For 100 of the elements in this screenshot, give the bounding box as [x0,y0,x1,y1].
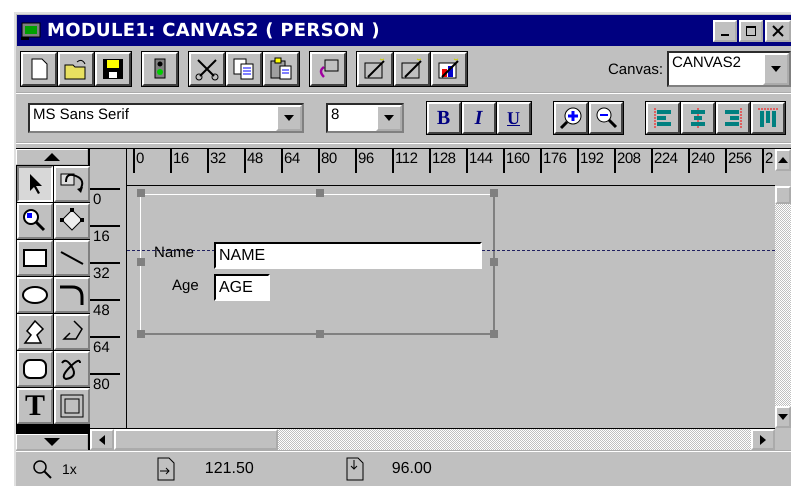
right-arrow-icon [760,434,766,444]
run-button[interactable] [142,52,178,86]
zoom-in-icon [558,105,584,131]
maximize-button[interactable] [739,20,763,42]
rectangle-tool[interactable] [17,240,53,276]
canvas-dropdown[interactable]: CANVAS2 [667,51,791,87]
close-button[interactable] [765,20,791,42]
scrollbar-thumb[interactable] [114,429,278,450]
zoom-in-button[interactable] [554,102,588,134]
scroll-down-button[interactable] [775,406,791,428]
up-arrow-icon [778,157,788,163]
scissors-icon [194,57,220,81]
new-file-button[interactable] [20,52,56,86]
selection-handle[interactable] [316,189,324,197]
ruler-label: 16 [170,149,207,173]
ruler-label: 0 [133,149,170,173]
wand-button[interactable] [356,52,392,86]
ruler-label: 32 [90,262,120,299]
scroll-left-button[interactable] [90,429,114,450]
selection-handle[interactable] [137,258,145,266]
wand-button[interactable] [430,52,466,86]
selection-handle[interactable] [490,189,498,197]
close-icon [772,24,784,36]
page-down-arrow-icon [346,457,364,481]
arc-tool[interactable] [54,277,90,313]
distribute-icon [756,106,780,130]
align-left-button[interactable] [646,102,680,134]
rounded-tool[interactable] [17,351,53,387]
selection-handle[interactable] [137,189,145,197]
selection-handle[interactable] [490,258,498,266]
reshape-tool[interactable] [54,203,90,239]
wand-button[interactable] [394,52,430,86]
selection-handle[interactable] [137,330,145,338]
ruler-label: 48 [244,149,281,173]
field-label: Name [154,244,194,261]
minimize-icon [721,34,729,36]
canvas-label: Canvas: [608,60,663,78]
scrollbar-thumb[interactable] [775,186,791,204]
copy-icon [230,57,256,81]
size-dropdown[interactable]: 8 [326,103,404,133]
distribute-button[interactable] [750,102,784,134]
frame-tool[interactable] [54,388,90,424]
freehand-tool[interactable] [54,351,90,387]
line-tool[interactable] [54,240,90,276]
ruler-label: 192 [577,149,614,173]
ruler-label: 64 [281,149,318,173]
bold-button[interactable]: B [426,102,460,134]
ruler-label: 240 [688,149,725,173]
zoom-level: 1x [62,461,77,477]
save-button[interactable] [94,52,130,86]
up-arrow-icon [44,153,60,161]
magnifier-icon [32,459,52,479]
italic-button[interactable]: I [462,102,496,134]
frame-icon [58,392,86,420]
ruler-label: 48 [90,299,120,336]
ellipse-tool[interactable] [17,277,53,313]
ruler-label: 112 [392,149,429,173]
polygon-tool[interactable] [17,314,53,350]
scroll-up-button[interactable] [16,149,88,165]
selection-handle[interactable] [316,330,324,338]
polyline-tool[interactable] [54,314,90,350]
scroll-right-button[interactable] [751,429,775,450]
window-title: MODULE1: CANVAS2 ( PERSON ) [47,20,380,41]
field-label: Age [172,277,199,294]
x-position: 121.50 [204,460,254,478]
font-dropdown[interactable]: MS Sans Serif [28,103,304,133]
cut-button[interactable] [188,52,224,86]
rotate-tool[interactable] [54,166,90,202]
paste-button[interactable] [262,52,298,86]
text-field[interactable]: NAME [214,242,482,269]
scroll-down-button[interactable] [16,434,88,450]
scroll-up-button[interactable] [775,149,791,171]
align-center-button[interactable] [680,102,714,134]
ruler-label: 128 [429,149,466,173]
ruler-label: 64 [90,336,120,373]
maximize-icon [745,24,757,36]
text-tool[interactable]: T [17,388,53,424]
wand-icon [436,57,462,81]
folder-icon [62,57,88,81]
copy-button[interactable] [226,52,262,86]
selection-handle[interactable] [490,330,498,338]
underline-button[interactable]: U [496,102,530,134]
ruler-label: 144 [466,149,503,173]
clipboard-icon [268,57,294,81]
pointer-tool[interactable] [17,166,53,202]
down-arrow-icon [44,438,60,446]
minimize-button[interactable] [713,20,737,42]
ruler-label: 176 [540,149,577,173]
ruler-label: 256 [725,149,762,173]
y-position: 96.00 [392,460,432,478]
ruler-label: 0 [90,188,120,225]
align-right-button[interactable] [716,102,750,134]
ruler-label: 224 [651,149,688,173]
swap-button[interactable] [310,52,346,86]
magnify-tool[interactable] [17,203,53,239]
zoom-out-button[interactable] [588,102,622,134]
down-arrow-icon [778,414,788,420]
text-field[interactable]: AGE [214,274,270,301]
left-arrow-icon [99,434,105,444]
open-button[interactable] [58,52,94,86]
